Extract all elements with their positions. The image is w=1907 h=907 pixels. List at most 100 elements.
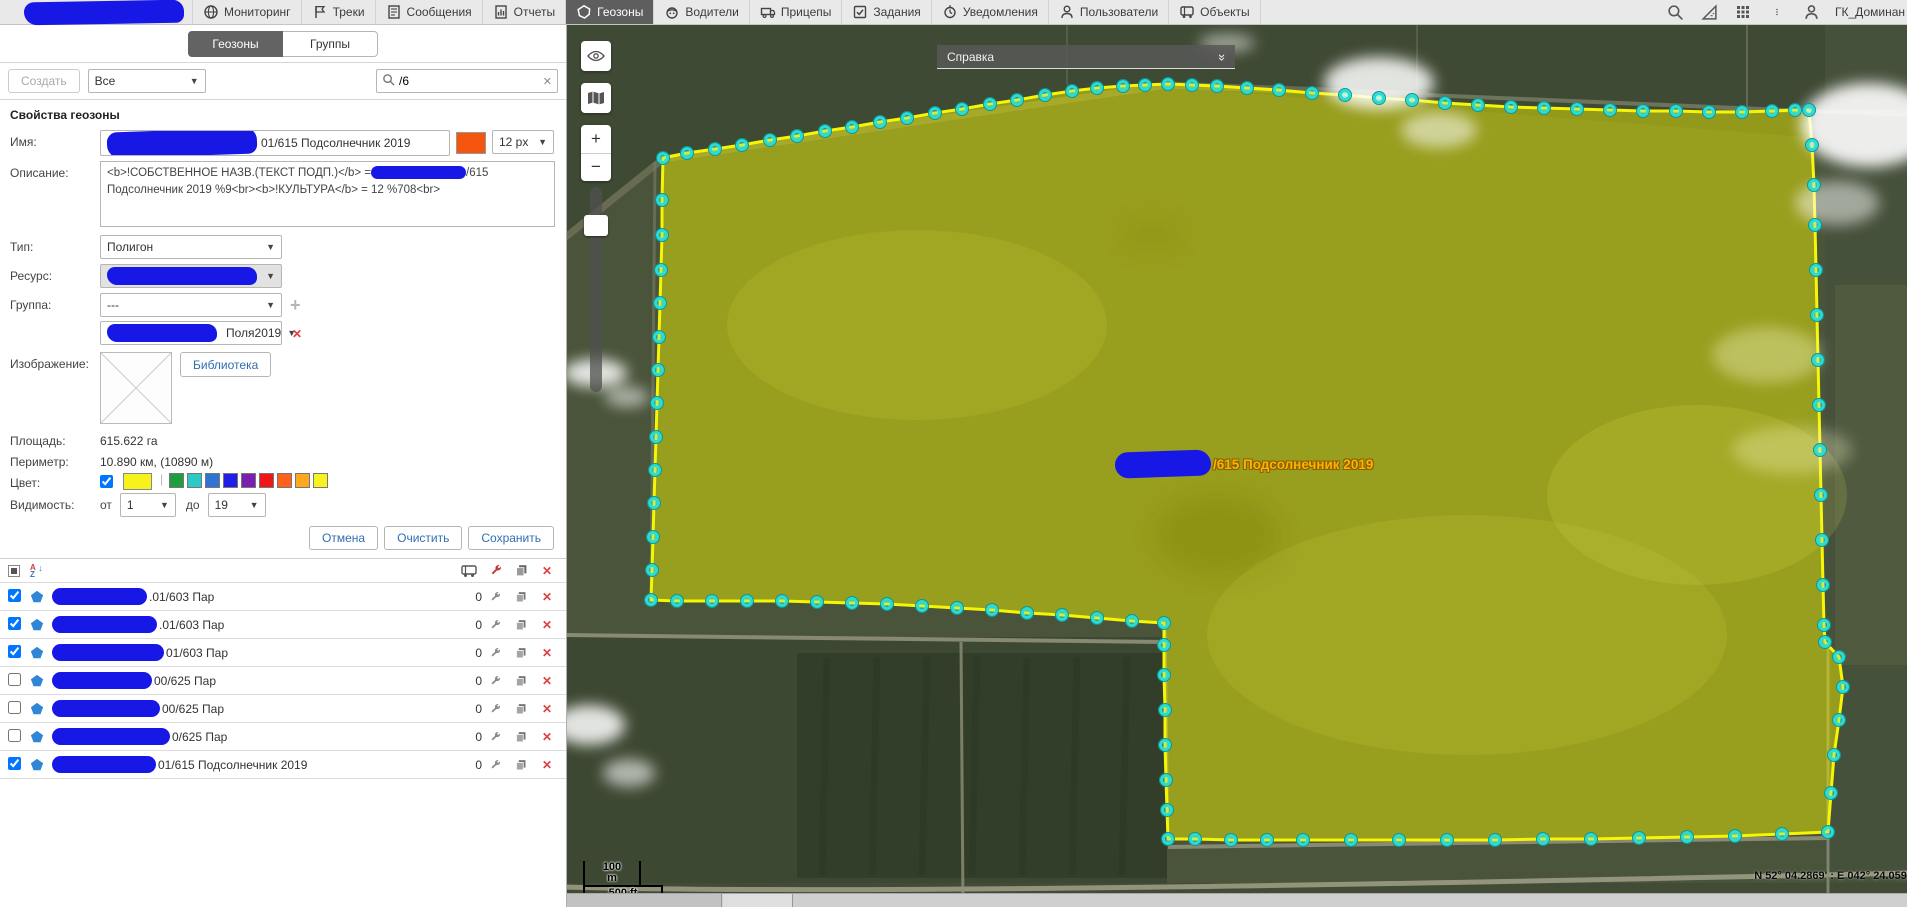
copy-icon[interactable] bbox=[508, 731, 534, 743]
nav-item-reports[interactable]: Отчеты bbox=[482, 0, 565, 24]
row-checkbox[interactable] bbox=[8, 645, 30, 661]
clear-search-icon[interactable]: ✕ bbox=[543, 75, 552, 88]
apps-icon[interactable] bbox=[1733, 2, 1753, 22]
edit-icon[interactable] bbox=[482, 591, 508, 603]
create-button[interactable]: Создать bbox=[8, 69, 80, 93]
row-checkbox[interactable] bbox=[8, 701, 30, 717]
type-select[interactable]: Полигон ▼ bbox=[100, 235, 282, 259]
edit-icon[interactable] bbox=[482, 647, 508, 659]
delete-icon[interactable]: ✕ bbox=[534, 730, 560, 744]
palette-color-7[interactable] bbox=[295, 473, 310, 488]
map[interactable]: Справка » + − /615 Подсолнечник 2019 bbox=[567, 25, 1907, 907]
nav-item-monitoring[interactable]: Мониторинг bbox=[192, 0, 301, 24]
delete-all-icon[interactable]: ✕ bbox=[534, 564, 560, 578]
nav-item-trailers[interactable]: Прицепы bbox=[749, 0, 842, 24]
geofence-row[interactable]: 00/625 Пар0✕ bbox=[0, 695, 566, 723]
copy-icon[interactable] bbox=[508, 591, 534, 603]
copy-icon[interactable] bbox=[508, 703, 534, 715]
palette-color-3[interactable] bbox=[223, 473, 238, 488]
user-icon[interactable] bbox=[1801, 2, 1821, 22]
clear-button[interactable]: Очистить bbox=[384, 526, 462, 550]
nav-item-messages[interactable]: Сообщения bbox=[375, 0, 482, 24]
palette-color-4[interactable] bbox=[241, 473, 256, 488]
geofence-row[interactable]: 00/625 Пар0✕ bbox=[0, 667, 566, 695]
edit-icon[interactable] bbox=[482, 759, 508, 771]
copy-icon[interactable] bbox=[508, 675, 534, 687]
copy-icon[interactable] bbox=[508, 619, 534, 631]
ruler-icon[interactable] bbox=[1699, 2, 1719, 22]
edit-icon[interactable] bbox=[482, 675, 508, 687]
geofence-row[interactable]: 01/603 Пар0✕ bbox=[0, 639, 566, 667]
cancel-button[interactable]: Отмена bbox=[309, 526, 378, 550]
map-layers-button[interactable] bbox=[581, 83, 611, 113]
zoom-slider[interactable] bbox=[590, 187, 602, 392]
tab-groups[interactable]: Группы bbox=[283, 31, 378, 57]
palette-color-8[interactable] bbox=[313, 473, 328, 488]
description-field[interactable]: <b>!СОБСТВЕННОЕ НАЗВ.(ТЕКСТ ПОДП.)</b> =… bbox=[100, 161, 555, 227]
row-checkbox[interactable] bbox=[8, 757, 30, 773]
sort-az-icon[interactable]: AZ↓ bbox=[30, 564, 52, 578]
geofence-row[interactable]: .01/603 Пар0✕ bbox=[0, 611, 566, 639]
nav-item-tracks[interactable]: Треки bbox=[301, 0, 375, 24]
save-button[interactable]: Сохранить bbox=[468, 526, 554, 550]
edit-icon[interactable] bbox=[482, 619, 508, 631]
palette-color-2[interactable] bbox=[205, 473, 220, 488]
group2-select[interactable]: Поля2019 ▼ bbox=[100, 321, 282, 345]
library-button[interactable]: Библиотека bbox=[180, 352, 271, 377]
text-size-select[interactable]: 12 px ▼ bbox=[492, 130, 554, 154]
label-color-swatch[interactable] bbox=[456, 132, 486, 154]
search-icon[interactable] bbox=[1665, 2, 1685, 22]
palette-color-0[interactable] bbox=[169, 473, 184, 488]
visibility-eye-button[interactable] bbox=[581, 41, 611, 71]
bottom-scrollbar[interactable] bbox=[567, 893, 1907, 907]
visibility-to-select[interactable]: 19 ▼ bbox=[208, 493, 266, 517]
nav-item-units[interactable]: Объекты bbox=[1168, 0, 1261, 24]
help-bar[interactable]: Справка » bbox=[937, 45, 1235, 69]
nav-item-geofences[interactable]: Геозоны bbox=[565, 0, 653, 24]
kebab-icon[interactable] bbox=[1767, 2, 1787, 22]
add-group-icon[interactable]: + bbox=[290, 295, 301, 316]
delete-icon[interactable]: ✕ bbox=[534, 590, 560, 604]
copy-icon[interactable] bbox=[508, 759, 534, 771]
tab-geofences[interactable]: Геозоны bbox=[188, 31, 283, 57]
geofence-row[interactable]: .01/603 Пар0✕ bbox=[0, 583, 566, 611]
zoom-slider-thumb[interactable] bbox=[584, 215, 608, 236]
geofence-row[interactable]: 0/625 Пар0✕ bbox=[0, 723, 566, 751]
row-checkbox[interactable] bbox=[8, 729, 30, 745]
resource-select[interactable]: ▼ bbox=[100, 264, 282, 288]
visibility-from-select[interactable]: 1 ▼ bbox=[120, 493, 176, 517]
palette-color-5[interactable] bbox=[259, 473, 274, 488]
zoom-out-button[interactable]: − bbox=[581, 154, 611, 182]
search-input[interactable] bbox=[399, 74, 539, 88]
geofence-row[interactable]: 01/615 Подсолнечник 20190✕ bbox=[0, 751, 566, 779]
row-checkbox[interactable] bbox=[8, 589, 30, 605]
row-name-redacted bbox=[52, 700, 160, 717]
name-field[interactable]: 01/615 Подсолнечник 2019 bbox=[100, 130, 450, 156]
delete-icon[interactable]: ✕ bbox=[534, 618, 560, 632]
row-checkbox[interactable] bbox=[8, 673, 30, 689]
row-checkbox[interactable] bbox=[8, 617, 30, 633]
palette-color-1[interactable] bbox=[187, 473, 202, 488]
nav-item-drivers[interactable]: Водители bbox=[653, 0, 748, 24]
delete-icon[interactable]: ✕ bbox=[534, 702, 560, 716]
nav-item-notifications[interactable]: Уведомления bbox=[931, 0, 1048, 24]
nav-item-tasks[interactable]: Задания bbox=[841, 0, 930, 24]
delete-icon[interactable]: ✕ bbox=[534, 758, 560, 772]
edit-icon[interactable] bbox=[482, 731, 508, 743]
edit-icon[interactable] bbox=[482, 703, 508, 715]
zoom-in-button[interactable]: + bbox=[581, 125, 611, 154]
delete-icon[interactable]: ✕ bbox=[534, 646, 560, 660]
color-checkbox[interactable] bbox=[100, 475, 113, 488]
nav-item-label: Треки bbox=[333, 5, 365, 19]
palette-color-6[interactable] bbox=[277, 473, 292, 488]
remove-group-icon[interactable]: ✕ bbox=[292, 327, 302, 341]
select-all-checkbox[interactable] bbox=[8, 565, 30, 577]
nav-item-users[interactable]: Пользователи bbox=[1048, 0, 1168, 24]
filter-select[interactable]: Все ▼ bbox=[88, 69, 206, 93]
wialon-app: МониторингТрекиСообщенияОтчетыГеозоныВод… bbox=[0, 0, 1907, 907]
delete-icon[interactable]: ✕ bbox=[534, 674, 560, 688]
image-placeholder[interactable] bbox=[100, 352, 172, 424]
current-color-swatch[interactable] bbox=[123, 473, 152, 490]
copy-icon[interactable] bbox=[508, 647, 534, 659]
group-select[interactable]: --- ▼ bbox=[100, 293, 282, 317]
